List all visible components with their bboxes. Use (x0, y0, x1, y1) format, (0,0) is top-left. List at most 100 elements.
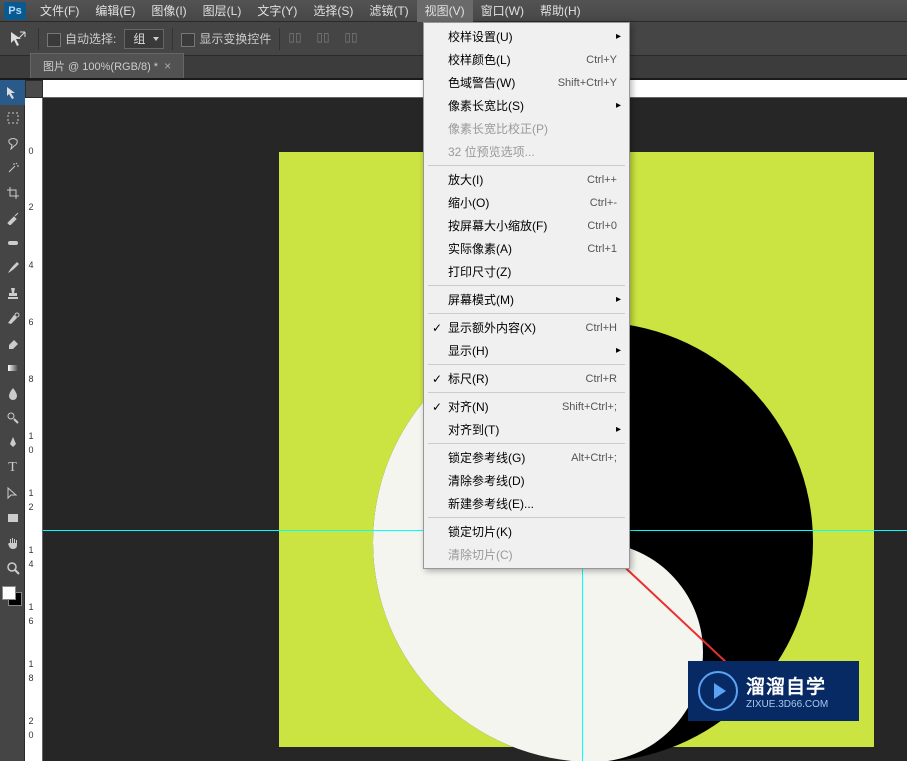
menu-view[interactable]: 视图(V) (417, 0, 473, 22)
menu-item[interactable]: 像素长宽比(S) (424, 94, 629, 117)
menu-item-label: 对齐到(T) (448, 421, 499, 438)
play-icon (698, 671, 738, 711)
divider (38, 28, 39, 50)
menu-file[interactable]: 文件(F) (32, 0, 87, 22)
menu-item-label: 标尺(R) (448, 370, 489, 387)
menu-item[interactable]: 对齐(N)Shift+Ctrl+; (424, 395, 629, 418)
menu-item[interactable]: 标尺(R) Ctrl+R (424, 367, 629, 390)
align-icon[interactable]: ▯▯ (344, 30, 364, 48)
crop-tool[interactable] (0, 180, 25, 205)
brush-tool[interactable] (0, 255, 25, 280)
menu-layer[interactable]: 图层(L) (195, 0, 250, 22)
menu-item[interactable]: 放大(I)Ctrl++ (424, 168, 629, 191)
menu-item-shortcut: Alt+Ctrl+; (571, 452, 617, 464)
menu-item[interactable]: 校样颜色(L)Ctrl+Y (424, 48, 629, 71)
menu-item-shortcut: Ctrl++ (587, 174, 617, 186)
close-icon[interactable]: × (164, 59, 171, 73)
menu-item[interactable]: 屏幕模式(M) (424, 288, 629, 311)
menu-window[interactable]: 窗口(W) (473, 0, 532, 22)
menu-item-label: 色域警告(W) (448, 74, 515, 91)
menu-item[interactable]: 新建参考线(E)... (424, 492, 629, 515)
align-icon[interactable]: ▯▯ (288, 30, 308, 48)
app-logo: Ps (4, 2, 26, 20)
marquee-tool[interactable] (0, 105, 25, 130)
magic-wand-tool[interactable] (0, 155, 25, 180)
watermark: 溜溜自学 ZIXUE.3D66.COM (688, 661, 859, 721)
menu-item[interactable]: 校样设置(U) (424, 25, 629, 48)
transform-label: 显示变换控件 (199, 32, 271, 46)
foreground-swatch[interactable] (2, 586, 16, 600)
menu-separator (428, 364, 625, 365)
menu-item[interactable]: 色域警告(W)Shift+Ctrl+Y (424, 71, 629, 94)
eyedropper-tool[interactable] (0, 205, 25, 230)
menu-item[interactable]: 显示额外内容(X)Ctrl+H (424, 316, 629, 339)
document-tab[interactable]: 图片 @ 100%(RGB/8) * × (30, 53, 184, 78)
divider (279, 28, 280, 50)
color-swatches[interactable] (0, 584, 24, 612)
menu-item[interactable]: 对齐到(T) (424, 418, 629, 441)
toolbox: T (0, 80, 25, 761)
ruler-vertical[interactable]: 0 2 4 6 8 1 0 1 2 1 4 1 6 1 8 2 0 (25, 98, 43, 761)
hand-tool[interactable] (0, 530, 25, 555)
eraser-tool[interactable] (0, 330, 25, 355)
menu-item-label: 像素长宽比(S) (448, 97, 524, 114)
menu-separator (428, 285, 625, 286)
menu-item-shortcut: Ctrl+1 (587, 243, 617, 255)
menu-item-label: 对齐(N) (448, 398, 489, 415)
blur-tool[interactable] (0, 380, 25, 405)
menu-separator (428, 517, 625, 518)
ruler-origin[interactable] (25, 80, 43, 98)
transform-controls-checkbox[interactable]: 显示变换控件 (181, 30, 271, 47)
menu-item-label: 清除切片(C) (448, 546, 513, 563)
menu-separator (428, 313, 625, 314)
menu-item-label: 锁定切片(K) (448, 523, 512, 540)
align-icon[interactable]: ▯▯ (316, 30, 336, 48)
menu-separator (428, 165, 625, 166)
menu-item-shortcut: Ctrl+- (590, 197, 617, 209)
ruler-label: 8 (26, 374, 36, 381)
menu-item-label: 实际像素(A) (448, 240, 512, 257)
group-select[interactable]: 组 (124, 29, 164, 49)
menu-item[interactable]: 显示(H) (424, 339, 629, 362)
ruler-label: 0 (26, 146, 36, 153)
dodge-tool[interactable] (0, 405, 25, 430)
menu-item-label: 锁定参考线(G) (448, 449, 525, 466)
healing-brush-tool[interactable] (0, 230, 25, 255)
menu-item-label: 打印尺寸(Z) (448, 263, 511, 280)
menu-item[interactable]: 清除参考线(D) (424, 469, 629, 492)
ruler-label: 4 (26, 260, 36, 267)
gradient-tool[interactable] (0, 355, 25, 380)
menu-item[interactable]: 缩小(O)Ctrl+- (424, 191, 629, 214)
menu-item[interactable]: 锁定切片(K) (424, 520, 629, 543)
menu-filter[interactable]: 滤镜(T) (361, 0, 416, 22)
menu-image[interactable]: 图像(I) (143, 0, 194, 22)
history-brush-tool[interactable] (0, 305, 25, 330)
menu-item-shortcut: Ctrl+R (586, 373, 617, 385)
zoom-tool[interactable] (0, 555, 25, 580)
menu-item[interactable]: 打印尺寸(Z) (424, 260, 629, 283)
menu-item-label: 屏幕模式(M) (448, 291, 514, 308)
menu-edit[interactable]: 编辑(E) (87, 0, 143, 22)
path-selection-tool[interactable] (0, 480, 25, 505)
menubar: Ps 文件(F) 编辑(E) 图像(I) 图层(L) 文字(Y) 选择(S) 滤… (0, 0, 907, 22)
menu-item[interactable]: 锁定参考线(G) Alt+Ctrl+; (424, 446, 629, 469)
menu-help[interactable]: 帮助(H) (532, 0, 589, 22)
ruler-label: 1 2 (26, 488, 36, 509)
ruler-label: 1 6 (26, 602, 36, 623)
move-tool[interactable] (0, 80, 25, 105)
watermark-subtitle: ZIXUE.3D66.COM (746, 699, 828, 710)
menu-type[interactable]: 文字(Y) (249, 0, 305, 22)
rectangle-tool[interactable] (0, 505, 25, 530)
menu-item: 清除切片(C) (424, 543, 629, 566)
menu-select[interactable]: 选择(S) (305, 0, 361, 22)
auto-select-checkbox[interactable]: 自动选择: (47, 30, 116, 47)
stamp-tool[interactable] (0, 280, 25, 305)
ruler-label: 6 (26, 317, 36, 324)
document-tab-label: 图片 @ 100%(RGB/8) * (43, 58, 158, 74)
pen-tool[interactable] (0, 430, 25, 455)
lasso-tool[interactable] (0, 130, 25, 155)
menu-item[interactable]: 按屏幕大小缩放(F)Ctrl+0 (424, 214, 629, 237)
type-tool[interactable]: T (0, 455, 25, 480)
menu-item-label: 校样颜色(L) (448, 51, 511, 68)
menu-item[interactable]: 实际像素(A) Ctrl+1 (424, 237, 629, 260)
